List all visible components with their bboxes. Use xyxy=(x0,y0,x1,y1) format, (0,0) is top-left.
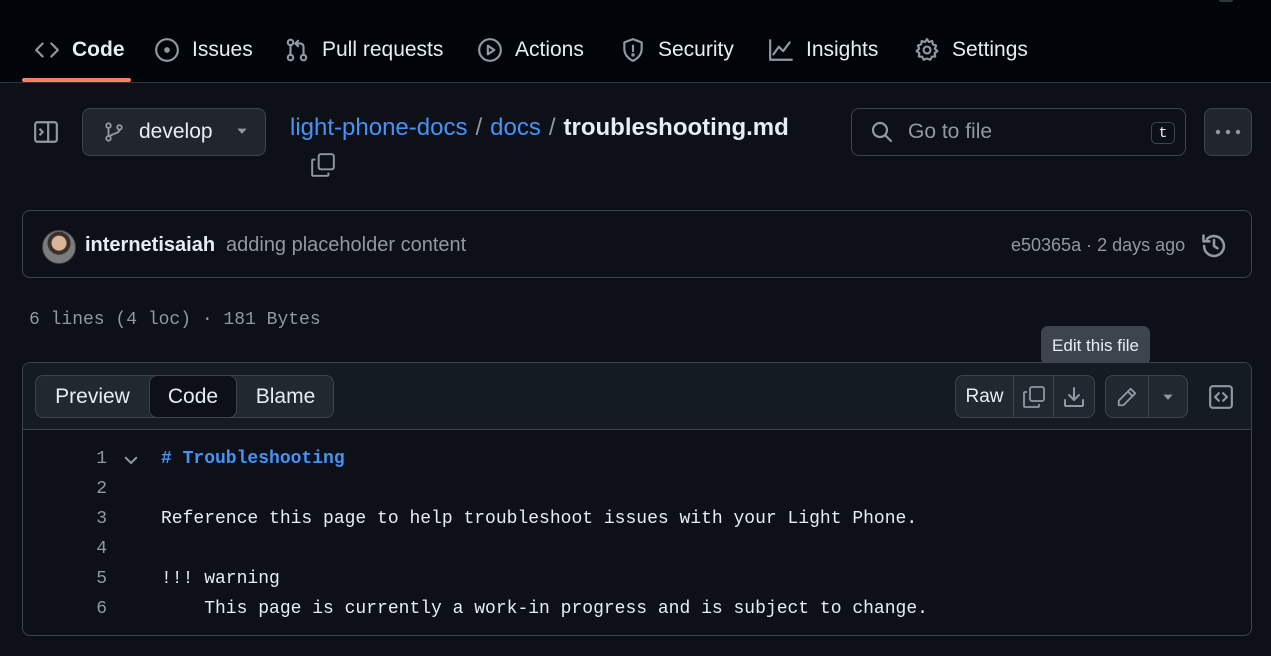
edit-group xyxy=(1105,375,1188,418)
tab-code-view-label: Code xyxy=(167,384,219,408)
code-line: 4 xyxy=(23,534,1251,564)
breadcrumb-separator: / xyxy=(548,114,556,141)
tab-blame[interactable]: Blame xyxy=(237,376,334,417)
fold-chevron-icon[interactable] xyxy=(122,451,140,469)
file-viewer-toolbar: Preview Code Blame Raw xyxy=(23,363,1251,430)
line-number[interactable]: 6 xyxy=(63,594,107,624)
edit-tooltip: Edit this file xyxy=(1041,326,1150,365)
tab-code-label: Code xyxy=(72,38,125,61)
repo-nav: Code Issues Pull requests Actions Securi… xyxy=(0,0,1271,83)
tab-code-view[interactable]: Code xyxy=(149,375,237,418)
download-button[interactable] xyxy=(1053,376,1094,417)
tab-pull-requests-label: Pull requests xyxy=(322,38,444,61)
search-placeholder: Go to file xyxy=(908,120,993,143)
line-number[interactable]: 3 xyxy=(63,504,107,534)
file-viewer: Preview Code Blame Raw 1 # Troubleshooti… xyxy=(22,362,1252,636)
tab-security-label: Security xyxy=(658,38,734,61)
symbols-panel-button[interactable] xyxy=(1201,375,1241,418)
tab-code[interactable]: Code xyxy=(34,31,125,69)
copy-icon xyxy=(1022,385,1045,408)
active-tab-indicator xyxy=(22,78,131,82)
gear-icon xyxy=(915,38,939,61)
raw-button[interactable]: Raw xyxy=(956,376,1013,417)
avatar[interactable] xyxy=(42,230,76,264)
shield-icon xyxy=(623,38,643,62)
tab-insights-label: Insights xyxy=(806,38,879,61)
code-text: !!! warning xyxy=(161,569,280,589)
search-shortcut-key: t xyxy=(1151,122,1175,144)
sidebar-toggle-button[interactable] xyxy=(32,118,60,146)
download-icon xyxy=(1064,386,1084,407)
tab-insights[interactable]: Insights xyxy=(768,31,878,69)
tab-settings-label: Settings xyxy=(952,38,1028,61)
commit-message[interactable]: adding placeholder content xyxy=(226,234,466,257)
issue-icon xyxy=(155,38,179,62)
code-square-icon xyxy=(1209,384,1233,409)
code-line: 3 Reference this page to help troublesho… xyxy=(23,504,1251,534)
breadcrumb: light-phone-docs / docs / troubleshooting.md xyxy=(290,114,789,142)
play-icon xyxy=(478,38,502,62)
commit-meta[interactable]: e50365a · 2 days ago xyxy=(1011,235,1185,256)
commit-author[interactable]: internetisaiah xyxy=(85,234,215,257)
code-text: This page is currently a work-in progres… xyxy=(161,599,928,619)
tab-preview-label: Preview xyxy=(55,384,130,408)
tab-issues[interactable]: Issues xyxy=(154,31,253,69)
line-number[interactable]: 2 xyxy=(63,474,107,504)
code-line: 5 !!! warning xyxy=(23,564,1251,594)
line-number[interactable]: 4 xyxy=(63,534,107,564)
triangle-down-icon xyxy=(1163,394,1173,400)
edit-file-button[interactable] xyxy=(1106,376,1148,417)
branch-name: develop xyxy=(139,120,213,143)
raw-button-label: Raw xyxy=(965,385,1004,407)
history-icon xyxy=(1202,234,1226,258)
breadcrumb-repo-link[interactable]: light-phone-docs xyxy=(290,114,467,141)
history-button[interactable] xyxy=(1199,231,1229,261)
branch-selector[interactable]: develop xyxy=(82,108,266,156)
tab-security[interactable]: Security xyxy=(620,31,734,69)
tab-actions[interactable]: Actions xyxy=(477,31,584,69)
chevron-down-icon xyxy=(235,120,249,144)
code-line: 1 # Troubleshooting xyxy=(23,444,1251,474)
file-stats: 6 lines (4 loc) · 181 Bytes xyxy=(29,310,321,330)
nav-corner-decoration xyxy=(1219,0,1233,2)
breadcrumb-separator: / xyxy=(475,114,483,141)
copy-path-button[interactable] xyxy=(309,151,337,179)
code-line: 6 This page is currently a work-in progr… xyxy=(23,594,1251,624)
tab-settings[interactable]: Settings xyxy=(914,31,1028,69)
go-to-file-search[interactable]: Go to file t xyxy=(851,108,1186,156)
raw-copy-download-group: Raw xyxy=(955,375,1095,418)
latest-commit: internetisaiah adding placeholder conten… xyxy=(22,210,1252,278)
more-options-button[interactable] xyxy=(1204,108,1252,156)
sidebar-expand-icon xyxy=(34,121,58,143)
tab-blame-label: Blame xyxy=(255,384,316,408)
view-mode-segmented-control: Preview Code Blame xyxy=(35,375,334,418)
graph-icon xyxy=(769,39,793,61)
edit-dropdown-button[interactable] xyxy=(1148,376,1187,417)
copy-icon xyxy=(311,153,335,177)
kebab-horizontal-icon xyxy=(1215,129,1241,135)
pencil-icon xyxy=(1117,387,1137,406)
tab-issues-label: Issues xyxy=(192,38,253,61)
git-branch-icon xyxy=(105,122,123,142)
breadcrumb-folder-link[interactable]: docs xyxy=(490,114,541,141)
tab-preview[interactable]: Preview xyxy=(36,376,149,417)
breadcrumb-current-file: troubleshooting.md xyxy=(563,114,789,141)
code-text: # Troubleshooting xyxy=(161,449,345,469)
search-icon xyxy=(871,121,893,143)
tab-actions-label: Actions xyxy=(515,38,584,61)
line-number[interactable]: 1 xyxy=(63,444,107,474)
tab-pull-requests[interactable]: Pull requests xyxy=(284,31,443,69)
code-line: 2 xyxy=(23,474,1251,504)
code-icon xyxy=(35,42,59,58)
code-text: Reference this page to help troubleshoot… xyxy=(161,509,918,529)
pull-request-icon xyxy=(286,38,308,62)
line-number[interactable]: 5 xyxy=(63,564,107,594)
copy-raw-button[interactable] xyxy=(1013,376,1053,417)
